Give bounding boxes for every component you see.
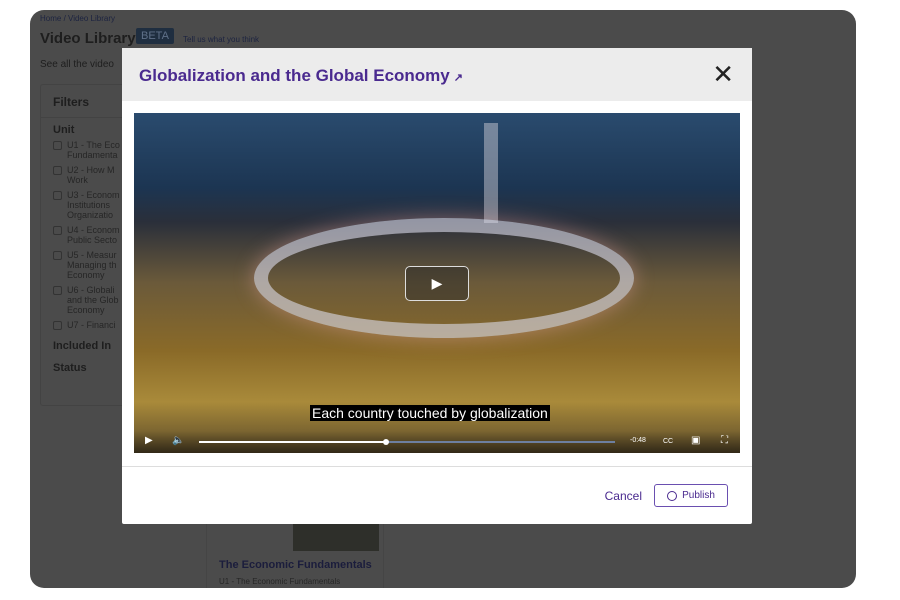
captions-icon[interactable]: CC bbox=[663, 438, 673, 445]
time-remaining: -0:48 bbox=[630, 437, 646, 444]
external-link-icon[interactable]: ↗ bbox=[454, 72, 463, 84]
unit-option-label: U2 - How M Work bbox=[67, 165, 115, 185]
progress-slider[interactable] bbox=[199, 439, 615, 445]
progress-knob[interactable] bbox=[383, 439, 390, 445]
progress-fill bbox=[199, 439, 390, 445]
bridge-tower bbox=[484, 123, 498, 223]
loading-spinner-icon bbox=[667, 490, 678, 501]
checkbox[interactable] bbox=[53, 191, 62, 200]
checkbox[interactable] bbox=[53, 226, 62, 235]
video-player[interactable]: ▶ Each country touched by globalization … bbox=[134, 113, 740, 453]
checkbox[interactable] bbox=[53, 141, 62, 150]
unit-option-label: U1 - The Eco Fundamenta bbox=[67, 140, 120, 160]
page-description: See all the video bbox=[40, 59, 114, 70]
play-button[interactable]: ▶ bbox=[405, 266, 469, 301]
unit-option-label: U3 - Econom Institutions Organizatio bbox=[67, 190, 120, 220]
cancel-button[interactable]: Cancel bbox=[605, 489, 642, 503]
breadcrumb[interactable]: Home / Video Library bbox=[40, 14, 115, 23]
video-controls: ▶ 🔈 -0:48 CC ▣ ⛶ bbox=[134, 431, 740, 453]
unit-option-label: U4 - Econom Public Secto bbox=[67, 225, 120, 245]
video-caption: Each country touched by globalization bbox=[310, 405, 550, 421]
feedback-link[interactable]: Tell us what you think bbox=[183, 35, 259, 44]
checkbox[interactable] bbox=[53, 321, 62, 330]
video-card-title[interactable]: The Economic Fundamentals bbox=[219, 559, 372, 571]
unit-option-label: U6 - Globali and the Glob Economy bbox=[67, 285, 119, 315]
publish-label: Publish bbox=[682, 490, 715, 501]
modal-title-text: Globalization and the Global Economy bbox=[139, 66, 450, 85]
modal-footer: Cancel Publish bbox=[122, 466, 752, 524]
checkbox[interactable] bbox=[53, 166, 62, 175]
unit-option-label: U7 - Financi bbox=[67, 320, 116, 330]
modal-title: Globalization and the Global Economy ↗ bbox=[139, 66, 463, 86]
picture-in-picture-icon[interactable]: ▣ bbox=[691, 435, 700, 446]
close-icon[interactable]: ✕ bbox=[712, 61, 734, 87]
video-card-unit: U1 - The Economic Fundamentals bbox=[219, 577, 341, 586]
checkbox[interactable] bbox=[53, 286, 62, 295]
video-modal: Globalization and the Global Economy ↗ ✕ … bbox=[122, 48, 752, 524]
volume-icon[interactable]: 🔈 bbox=[172, 435, 184, 446]
unit-option-label: U5 - Measur Managing th Economy bbox=[67, 250, 117, 280]
beta-badge: BETA bbox=[136, 28, 174, 44]
publish-button[interactable]: Publish bbox=[654, 484, 728, 507]
play-icon[interactable]: ▶ bbox=[145, 435, 153, 446]
modal-header: Globalization and the Global Economy ↗ ✕ bbox=[122, 48, 752, 101]
page-title: Video Library bbox=[40, 30, 136, 47]
fullscreen-icon[interactable]: ⛶ bbox=[721, 435, 728, 446]
checkbox[interactable] bbox=[53, 251, 62, 260]
